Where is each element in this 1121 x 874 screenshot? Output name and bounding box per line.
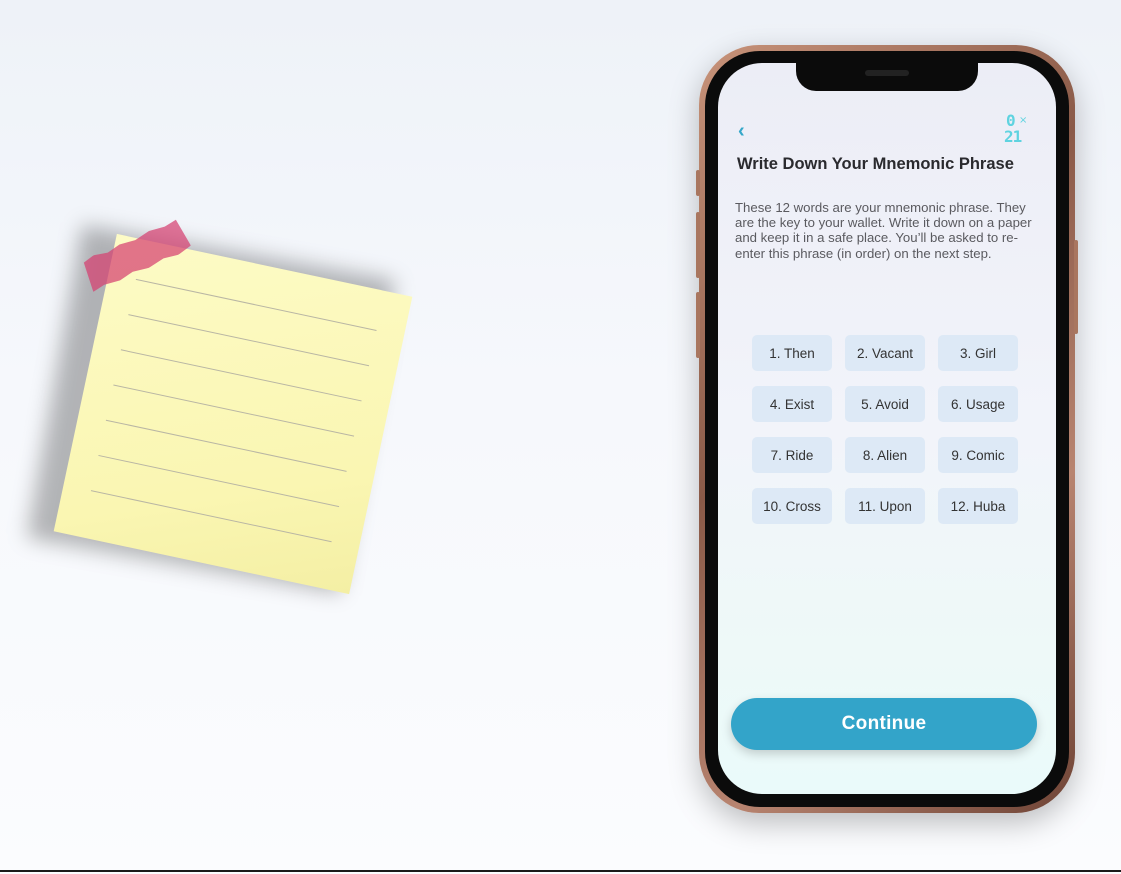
mnemonic-word: 4. Exist [752,386,832,422]
back-button[interactable]: ‹ [738,119,745,143]
mnemonic-word: 8. Alien [845,437,925,473]
page-title: Write Down Your Mnemonic Phrase [737,155,1014,173]
speaker [865,70,909,76]
notch [796,63,978,91]
phone-side-button [696,292,700,358]
logo-x-text: × [1019,115,1028,126]
mnemonic-word: 10. Cross [752,488,832,524]
logo-bottom-text: 21 [1004,127,1022,146]
mnemonic-word: 7. Ride [752,437,832,473]
phone-side-button [696,212,700,278]
mnemonic-word: 1. Then [752,335,832,371]
continue-button[interactable]: Continue [731,698,1037,750]
phone-power-button [1074,240,1078,334]
mnemonic-word: 6. Usage [938,386,1018,422]
phone-screen: ‹ 0 × 21 Write Down Your Mnemonic Phrase… [718,63,1056,794]
description-text: These 12 words are your mnemonic phrase.… [735,200,1032,261]
mnemonic-word: 3. Girl [938,335,1018,371]
mnemonic-word: 2. Vacant [845,335,925,371]
sticky-note [53,233,413,595]
mnemonic-word: 5. Avoid [845,386,925,422]
mnemonic-word: 12. Huba [938,488,1018,524]
mnemonic-word-grid: 1. Then 2. Vacant 3. Girl 4. Exist 5. Av… [752,335,1018,524]
mnemonic-word: 9. Comic [938,437,1018,473]
phone-side-button [696,170,700,196]
mnemonic-word: 11. Upon [845,488,925,524]
chevron-left-icon: ‹ [738,120,745,142]
brand-logo: 0 × 21 [1004,113,1032,147]
bottom-divider [0,870,1121,872]
